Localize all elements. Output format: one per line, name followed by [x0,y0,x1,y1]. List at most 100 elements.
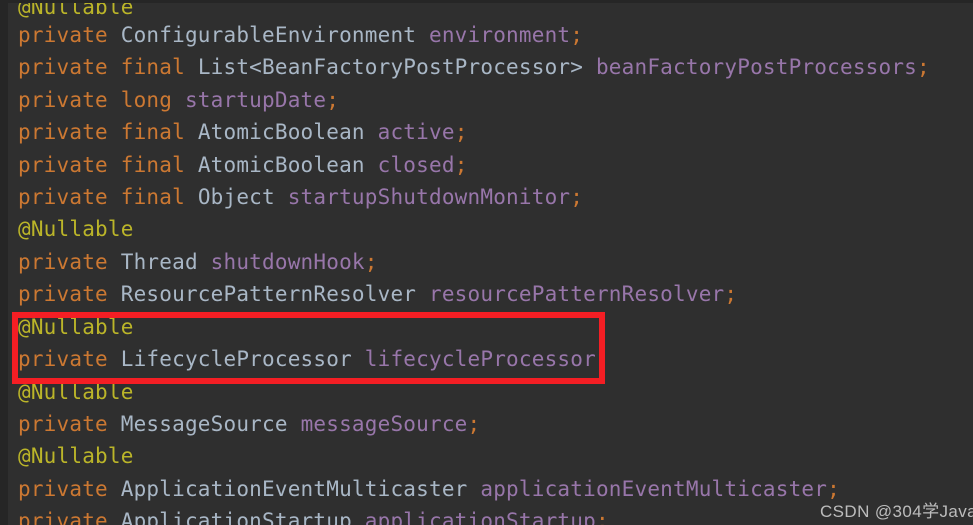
code-token-type: AtomicBoolean [197,153,365,177]
code-token-pun: ; [595,347,609,371]
code-token-kw: private [18,88,108,112]
code-token-kw: private [18,412,108,436]
code-token-pun: ; [570,23,584,47]
code-token-pun: ; [595,509,609,525]
code-token-fld: messageSource [300,412,468,436]
code-token-op [108,55,121,79]
code-token-type: AtomicBoolean [197,120,365,144]
code-token-op [108,153,121,177]
code-token-ann: @Nullable [18,315,134,339]
code-token-kw: final [120,55,185,79]
code-line[interactable]: @Nullable [18,216,134,242]
code-token-op [185,55,198,79]
code-token-op [108,88,121,112]
code-editor-screenshot: @Nullable private ConfigurableEnvironment… [0,0,973,525]
code-token-kw: private [18,509,108,525]
code-token-fld: startupDate [184,88,327,112]
code-token-type: LifecycleProcessor [120,347,352,371]
code-token-op [198,250,211,274]
editor-gutter-strip [0,0,8,525]
code-token-type: ApplicationEventMulticaster [120,477,468,501]
code-token-type: ApplicationStartup [120,509,352,525]
code-token-kw: private [18,250,108,274]
code-token-fld: resourcePatternResolver [428,282,725,306]
code-token-kw: private [18,185,108,209]
code-line[interactable]: private ApplicationStartup applicationSt… [18,508,609,525]
code-token-op [108,250,121,274]
code-token-op [352,509,365,525]
code-token-type: MessageSource [120,412,288,436]
top-clip-strip [0,0,973,3]
code-token-type: ConfigurableEnvironment [120,23,417,47]
code-line[interactable]: @Nullable [18,314,134,340]
code-token-op [108,412,121,436]
code-token-op [468,477,481,501]
code-lines-container[interactable]: @Nullable private ConfigurableEnvironment… [0,0,973,525]
code-token-op [185,185,198,209]
code-token-op [416,23,429,47]
code-token-op [185,120,198,144]
code-token-op [108,282,121,306]
code-line[interactable]: private final AtomicBoolean active; [18,119,468,145]
code-token-kw: final [120,185,185,209]
code-token-pun: ; [467,412,481,436]
code-token-op [288,412,301,436]
code-token-kw: private [18,282,108,306]
code-token-kw: private [18,477,108,501]
code-token-type: Thread [120,250,198,274]
code-token-ann: @Nullable [18,444,134,468]
code-line[interactable]: private ApplicationEventMulticaster appl… [18,476,840,502]
csdn-watermark: CSDN @304学Java [820,502,973,521]
code-token-op [172,88,185,112]
code-token-op [185,153,198,177]
code-token-pun: ; [724,282,738,306]
code-token-fld: shutdownHook [210,250,365,274]
code-line[interactable]: @Nullable [18,0,134,20]
code-token-kw: private [18,55,108,79]
code-token-fld: closed [377,153,455,177]
code-token-pun: ; [364,250,378,274]
code-token-fld: startupShutdownMonitor [287,185,571,209]
code-token-kw: private [18,23,108,47]
code-token-pun: ; [454,153,468,177]
code-line[interactable]: private MessageSource messageSource; [18,411,480,437]
code-token-op [108,185,121,209]
code-token-type: ResourcePatternResolver [120,282,417,306]
code-line[interactable]: @Nullable [18,443,134,469]
code-line[interactable]: private long startupDate; [18,87,339,113]
code-token-ann: @Nullable [18,380,134,404]
code-token-fld: active [377,120,455,144]
code-token-op [365,153,378,177]
code-token-pun: ; [454,120,468,144]
code-token-fld: applicationEventMulticaster [480,477,828,501]
code-token-op [108,477,121,501]
code-token-kw: long [120,88,173,112]
code-token-kw: final [120,153,185,177]
code-line[interactable]: private final List<BeanFactoryPostProces… [18,54,930,80]
code-line[interactable]: private ConfigurableEnvironment environm… [18,22,583,48]
code-line[interactable]: private Thread shutdownHook; [18,249,378,275]
code-token-fld: environment [428,23,571,47]
code-token-pun: ; [917,55,930,79]
code-token-op [583,55,596,79]
code-token-op [108,347,121,371]
code-token-fld: lifecycleProcessor [364,347,596,371]
code-token-ann: @Nullable [18,217,134,241]
code-token-pun: ; [570,185,584,209]
code-token-type: Object [197,185,275,209]
code-line[interactable]: private ResourcePatternResolver resource… [18,281,737,307]
code-token-op [108,509,121,525]
code-line[interactable]: private final Object startupShutdownMoni… [18,184,583,210]
code-token-op [352,347,365,371]
code-token-kw: final [120,120,185,144]
code-token-kw: private [18,347,108,371]
code-token-op [108,23,121,47]
code-line[interactable]: @Nullable [18,379,134,405]
code-token-fld: beanFactoryPostProcessors [595,55,918,79]
code-line[interactable]: private final AtomicBoolean closed; [18,152,468,178]
code-line[interactable]: private LifecycleProcessor lifecycleProc… [18,346,609,372]
code-token-fld: applicationStartup [364,509,596,525]
code-token-type: List<BeanFactoryPostProcessor> [197,55,584,79]
code-token-kw: private [18,120,108,144]
code-token-kw: private [18,153,108,177]
